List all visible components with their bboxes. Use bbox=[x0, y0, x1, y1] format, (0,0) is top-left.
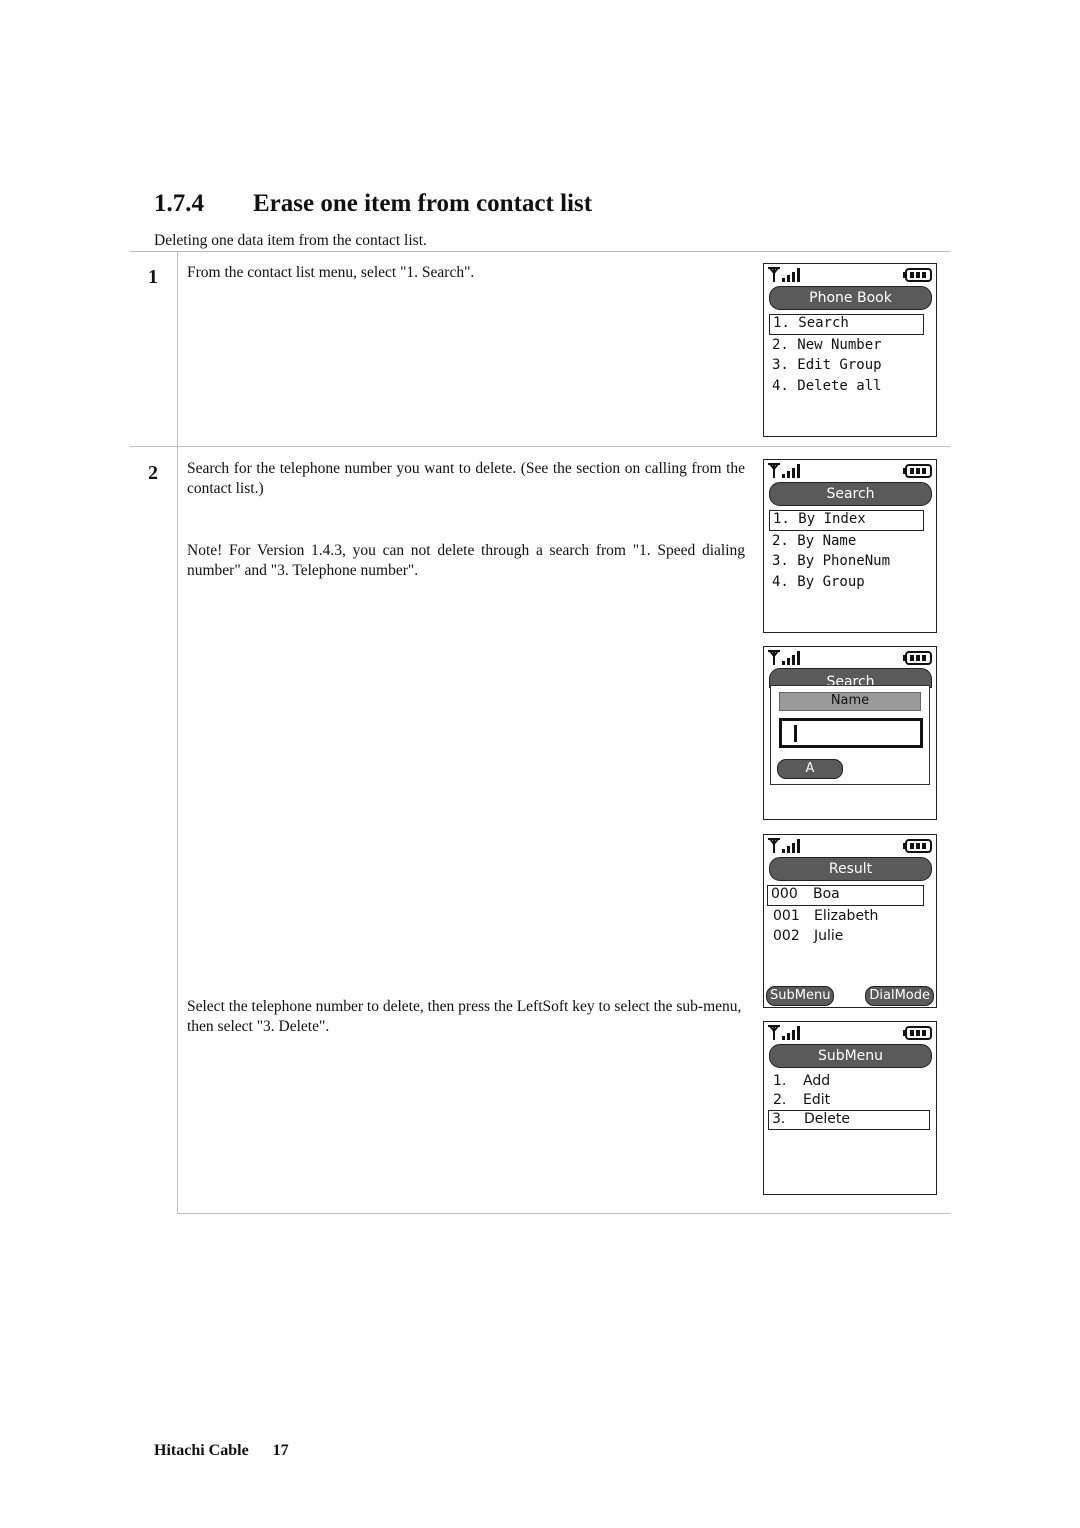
signal-strength-icon bbox=[768, 838, 800, 853]
section-intro: Deleting one data item from the contact … bbox=[154, 232, 427, 249]
menu-item-by-name[interactable]: 2. By Name bbox=[769, 531, 924, 552]
submenu-item-delete[interactable]: 3. Delete bbox=[768, 1110, 930, 1130]
section-number: 1.7.4 bbox=[154, 190, 204, 217]
result-index: 001 bbox=[773, 907, 800, 924]
submenu-list: 1. Add 2. Edit 3. Delete bbox=[768, 1072, 930, 1130]
menu-list: 1. Search 2. New Number 3. Edit Group 4.… bbox=[769, 314, 924, 396]
menu-item-by-index[interactable]: 1. By Index bbox=[769, 510, 924, 531]
battery-icon bbox=[903, 1026, 932, 1040]
result-index: 000 bbox=[771, 886, 798, 902]
field-label: Name bbox=[779, 692, 921, 711]
result-list: 000 Boa 001 Elizabeth 002 Julie bbox=[767, 885, 924, 947]
table-bottom-border bbox=[177, 1213, 950, 1214]
right-softkey-dialmode[interactable]: DialMode bbox=[865, 986, 934, 1006]
submenu-item-add[interactable]: 1. Add bbox=[768, 1072, 930, 1091]
signal-strength-icon bbox=[768, 463, 800, 478]
result-row[interactable]: 001 Elizabeth bbox=[767, 906, 924, 927]
phone-screen-submenu: SubMenu 1. Add 2. Edit 3. Delete bbox=[763, 1021, 937, 1195]
page-number: 17 bbox=[272, 1442, 289, 1459]
phone-screen-search: Search 1. By Index 2. By Name 3. By Phon… bbox=[763, 459, 937, 633]
status-bar bbox=[767, 650, 933, 666]
result-name: Elizabeth bbox=[814, 907, 879, 924]
status-bar bbox=[767, 1025, 933, 1041]
footer-company: Hitachi Cable bbox=[154, 1442, 249, 1459]
name-input-dialog: Name A bbox=[770, 685, 930, 785]
name-input[interactable] bbox=[779, 718, 923, 748]
result-row[interactable]: 002 Julie bbox=[767, 926, 924, 947]
page-footer: Hitachi Cable 17 bbox=[154, 1442, 289, 1460]
menu-list: 1. By Index 2. By Name 3. By PhoneNum 4.… bbox=[769, 510, 924, 592]
screen-title: Result bbox=[769, 857, 932, 881]
status-bar bbox=[767, 463, 933, 479]
screen-title: Phone Book bbox=[769, 286, 932, 310]
step-text: Select the telephone number to delete, t… bbox=[187, 998, 742, 1035]
step-divider bbox=[130, 446, 950, 447]
signal-strength-icon bbox=[768, 650, 800, 665]
battery-icon bbox=[903, 651, 932, 665]
table-top-border bbox=[130, 251, 950, 252]
step-number-column-divider bbox=[177, 251, 178, 1214]
menu-item-search[interactable]: 1. Search bbox=[769, 314, 924, 335]
item-index: 2. bbox=[773, 1092, 787, 1108]
input-mode-button[interactable]: A bbox=[777, 759, 843, 779]
step-text: Search for the telephone number you want… bbox=[187, 460, 745, 497]
menu-item-by-group[interactable]: 4. By Group bbox=[769, 572, 924, 593]
phone-screen-phone-book: Phone Book 1. Search 2. New Number 3. Ed… bbox=[763, 263, 937, 437]
item-index: 3. bbox=[772, 1111, 786, 1127]
status-bar bbox=[767, 267, 933, 283]
submenu-item-edit[interactable]: 2. Edit bbox=[768, 1091, 930, 1110]
phone-screen-search-name: Search Name A bbox=[763, 646, 937, 820]
item-label: Add bbox=[803, 1073, 831, 1089]
result-name: Julie bbox=[814, 928, 844, 944]
section-heading: 1.7.4 Erase one item from contact list bbox=[154, 190, 592, 218]
screen-title: SubMenu bbox=[769, 1044, 932, 1068]
result-row[interactable]: 000 Boa bbox=[767, 885, 924, 906]
menu-item-new-number[interactable]: 2. New Number bbox=[769, 335, 924, 356]
signal-strength-icon bbox=[768, 1025, 800, 1040]
result-name: Boa bbox=[813, 886, 840, 902]
item-label: Edit bbox=[803, 1092, 831, 1108]
phone-screen-result: Result 000 Boa 001 Elizabeth 002 Julie SubM… bbox=[763, 834, 937, 1008]
battery-icon bbox=[903, 268, 932, 282]
step-number: 1 bbox=[148, 266, 158, 288]
result-index: 002 bbox=[773, 928, 800, 944]
item-index: 1. bbox=[773, 1073, 787, 1089]
signal-strength-icon bbox=[768, 267, 800, 282]
item-label: Delete bbox=[804, 1111, 850, 1127]
menu-item-edit-group[interactable]: 3. Edit Group bbox=[769, 355, 924, 376]
screen-title: Search bbox=[769, 482, 932, 506]
left-softkey-submenu[interactable]: SubMenu bbox=[766, 986, 835, 1006]
menu-item-by-phonenum[interactable]: 3. By PhoneNum bbox=[769, 551, 924, 572]
step-number: 2 bbox=[148, 462, 158, 484]
text-cursor bbox=[794, 725, 797, 742]
step-text: From the contact list menu, select "1. S… bbox=[187, 264, 475, 281]
step-note: Note! For Version 1.4.3, you can not del… bbox=[187, 542, 745, 579]
menu-item-delete-all[interactable]: 4. Delete all bbox=[769, 376, 924, 397]
section-title: Erase one item from contact list bbox=[253, 190, 593, 217]
status-bar bbox=[767, 838, 933, 854]
battery-icon bbox=[903, 464, 932, 478]
battery-icon bbox=[903, 839, 932, 853]
